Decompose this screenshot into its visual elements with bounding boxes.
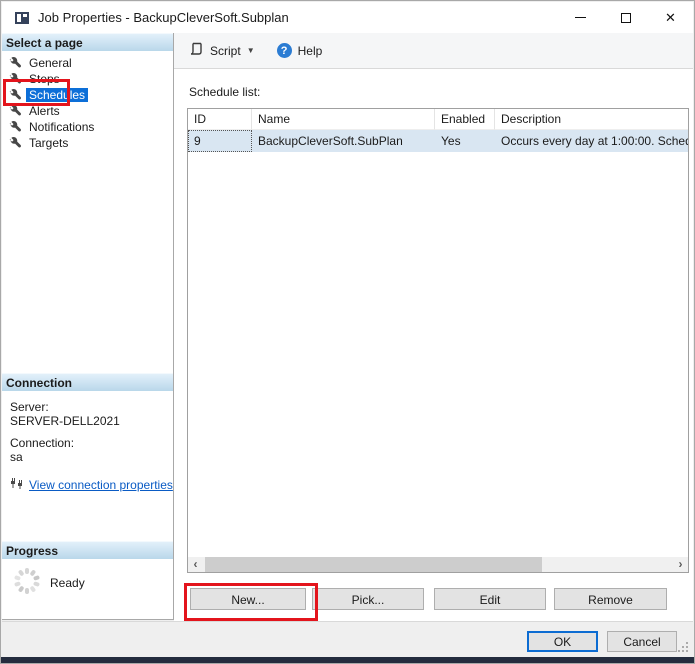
help-label: Help xyxy=(298,44,323,58)
schedule-list-table: ID Name Enabled Description 9 BackupClev… xyxy=(187,108,689,573)
sidebar-item-label-selected: Schedules xyxy=(26,88,88,102)
window-controls: ✕ xyxy=(558,2,693,33)
cell-description: Occurs every day at 1:00:00. Schedule xyxy=(495,130,688,152)
cell-id: 9 xyxy=(188,130,252,152)
sidebar-item-label: Targets xyxy=(26,136,71,150)
scroll-right-icon[interactable]: › xyxy=(673,557,688,572)
ok-button[interactable]: OK xyxy=(527,631,598,652)
connection-header: Connection xyxy=(2,373,173,391)
dialog-footer: OK Cancel xyxy=(2,621,693,657)
schedule-list-label: Schedule list: xyxy=(189,85,260,99)
connection-value: sa xyxy=(10,450,173,464)
sidebar-item-label: Alerts xyxy=(26,104,63,118)
connection-label: Connection: xyxy=(10,436,173,450)
server-label: Server: xyxy=(10,400,173,414)
wrench-icon xyxy=(9,73,21,85)
title-bar: Job Properties - BackupCleverSoft.Subpla… xyxy=(2,2,693,33)
pick-button[interactable]: Pick... xyxy=(312,588,424,610)
horizontal-scrollbar[interactable]: ‹ › xyxy=(188,557,688,572)
toolbar: Script ▼ ? Help xyxy=(174,33,693,69)
wrench-icon xyxy=(9,57,21,69)
sidebar-item-general[interactable]: General xyxy=(2,55,173,71)
sidebar: Select a page General Steps Schedules Al… xyxy=(2,33,174,620)
sidebar-item-targets[interactable]: Targets xyxy=(2,135,173,151)
sidebar-item-label: General xyxy=(26,56,75,70)
select-a-page-header: Select a page xyxy=(2,33,173,51)
sidebar-item-label: Steps xyxy=(26,72,63,86)
column-header-enabled[interactable]: Enabled xyxy=(435,109,495,130)
progress-status: Ready xyxy=(50,576,85,590)
close-icon: ✕ xyxy=(665,10,676,26)
window-title: Job Properties - BackupCleverSoft.Subpla… xyxy=(38,10,289,25)
column-header-id[interactable]: ID xyxy=(188,109,252,130)
minimize-icon xyxy=(575,17,586,18)
wrench-icon xyxy=(9,105,21,117)
window-icon xyxy=(15,12,29,24)
sidebar-item-steps[interactable]: Steps xyxy=(2,71,173,87)
resize-grip[interactable] xyxy=(686,642,688,644)
scrollbar-thumb[interactable] xyxy=(205,557,542,572)
scrollbar-track[interactable] xyxy=(203,557,673,572)
sidebar-item-alerts[interactable]: Alerts xyxy=(2,103,173,119)
script-icon xyxy=(190,42,204,59)
minimize-button[interactable] xyxy=(558,2,603,33)
script-label: Script xyxy=(210,44,241,58)
wrench-icon xyxy=(9,89,21,101)
window-bottom-edge xyxy=(1,657,694,663)
cancel-button[interactable]: Cancel xyxy=(607,631,677,652)
remove-button[interactable]: Remove xyxy=(554,588,667,610)
help-icon: ? xyxy=(277,43,292,58)
new-button[interactable]: New... xyxy=(190,588,306,610)
wrench-icon xyxy=(9,137,21,149)
wrench-icon xyxy=(9,121,21,133)
sidebar-item-schedules[interactable]: Schedules xyxy=(2,87,173,103)
sidebar-item-label: Notifications xyxy=(26,120,97,134)
scroll-left-icon[interactable]: ‹ xyxy=(188,557,203,572)
help-button[interactable]: ? Help xyxy=(273,40,327,61)
cell-name: BackupCleverSoft.SubPlan xyxy=(252,130,435,152)
script-button[interactable]: Script ▼ xyxy=(186,39,259,62)
edit-button[interactable]: Edit xyxy=(434,588,546,610)
progress-header: Progress xyxy=(2,541,173,559)
progress-spinner-icon xyxy=(12,566,42,596)
chevron-down-icon: ▼ xyxy=(247,46,255,55)
column-header-name[interactable]: Name xyxy=(252,109,435,130)
page-tree: General Steps Schedules Alerts Notificat… xyxy=(2,51,173,151)
connection-section: Connection Server: SERVER-DELL2021 Conne… xyxy=(2,373,173,493)
progress-section: Progress xyxy=(2,541,173,596)
cell-enabled: Yes xyxy=(435,130,495,152)
maximize-icon xyxy=(621,13,631,23)
connection-properties-icon xyxy=(10,477,24,493)
job-properties-dialog: Job Properties - BackupCleverSoft.Subpla… xyxy=(0,0,695,664)
view-connection-properties-link[interactable]: View connection properties xyxy=(29,478,173,492)
schedules-page: Schedule list: ID Name Enabled Descripti… xyxy=(174,69,693,622)
maximize-button[interactable] xyxy=(603,2,648,33)
server-value: SERVER-DELL2021 xyxy=(10,414,173,428)
table-row[interactable]: 9 BackupCleverSoft.SubPlan Yes Occurs ev… xyxy=(188,130,688,152)
table-header-row: ID Name Enabled Description xyxy=(188,109,688,130)
close-button[interactable]: ✕ xyxy=(648,2,693,33)
column-header-description[interactable]: Description xyxy=(495,109,688,130)
sidebar-item-notifications[interactable]: Notifications xyxy=(2,119,173,135)
